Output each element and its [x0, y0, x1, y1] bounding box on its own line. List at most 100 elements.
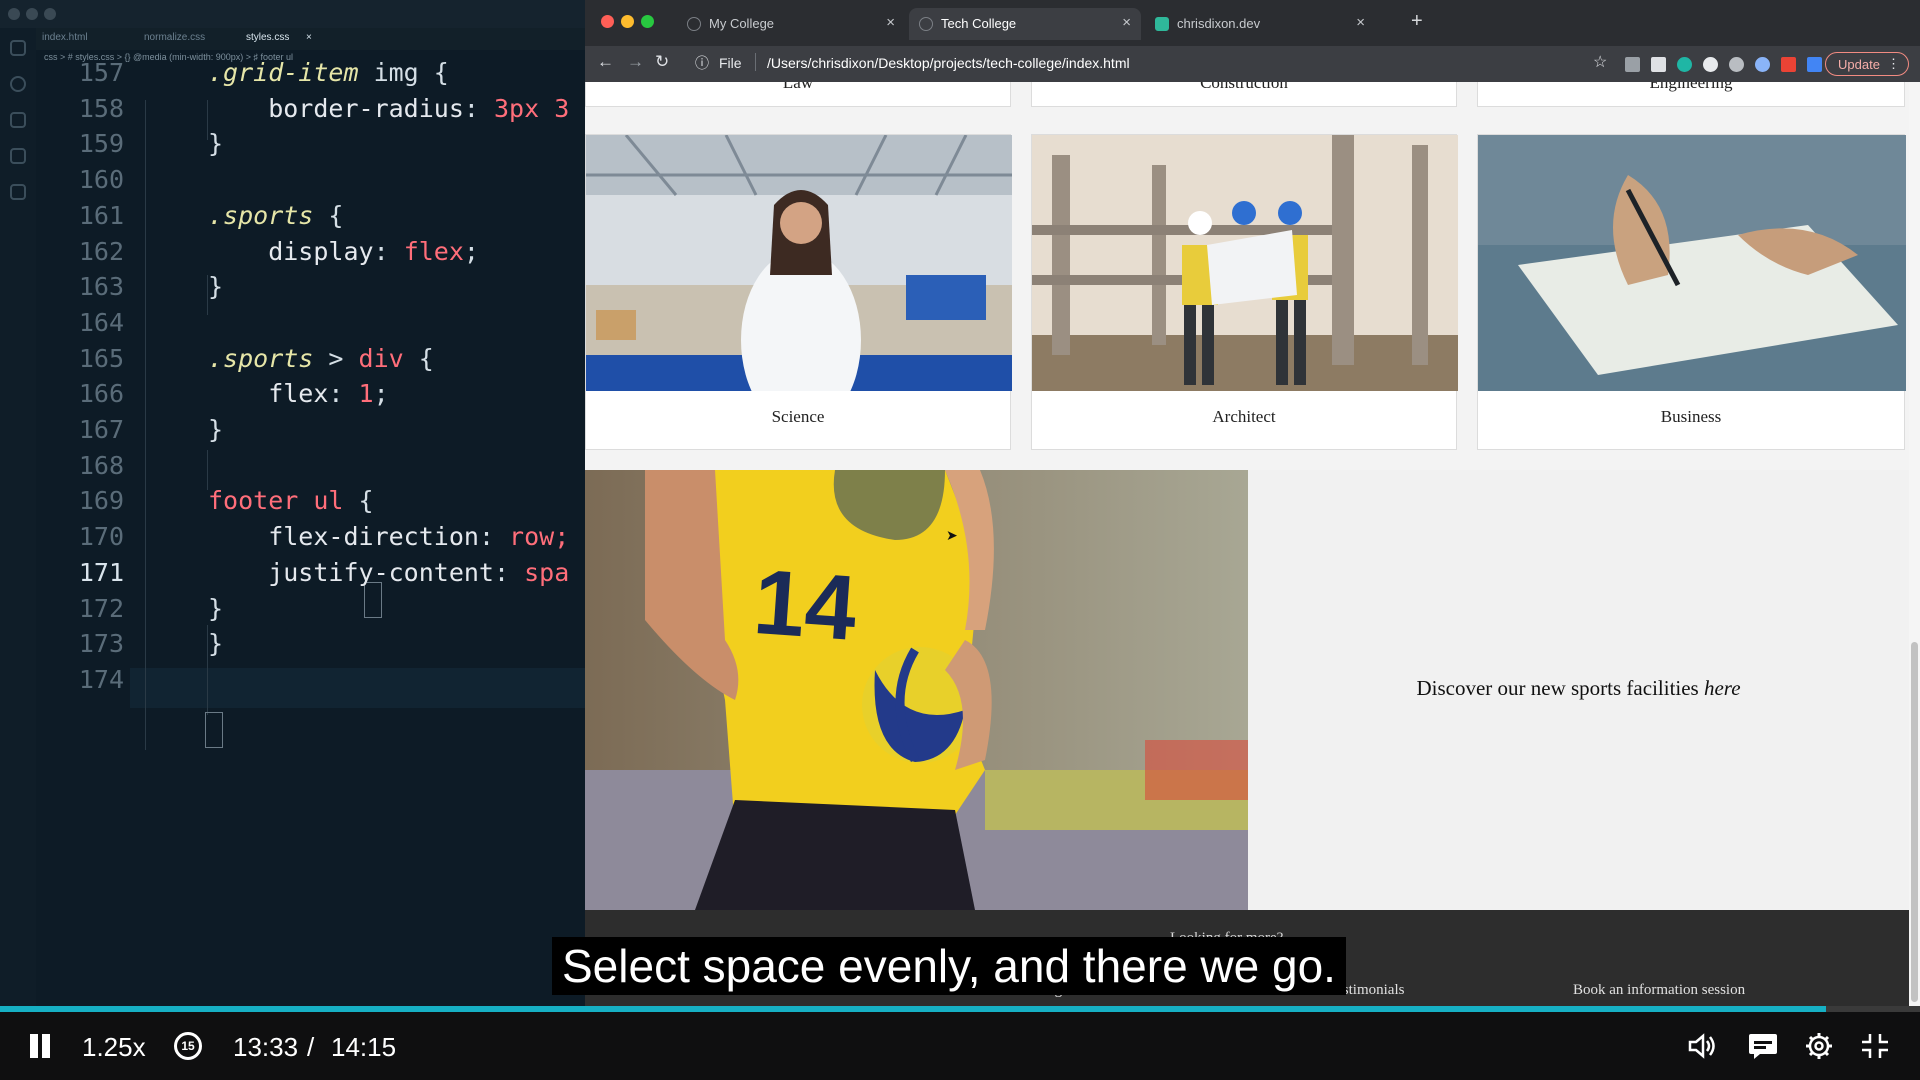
forward-arrow-icon[interactable]: →	[627, 52, 644, 72]
browser-tab[interactable]: chrisdixon.dev ×	[1145, 8, 1375, 40]
bracket-match-box	[205, 712, 223, 748]
divider	[755, 53, 756, 71]
code-token: ;	[373, 379, 389, 409]
line-number: 166	[78, 379, 124, 409]
line-number: 157	[78, 58, 124, 87]
browser-tab-active[interactable]: Tech College ×	[909, 8, 1141, 40]
playback-speed-button[interactable]: 1.25x	[82, 1032, 146, 1063]
update-button[interactable]: Update ⋮	[1825, 52, 1909, 76]
extension-icon[interactable]	[1807, 57, 1822, 72]
line-number: 165	[78, 343, 124, 373]
code-line[interactable]: border-radius: 3px 3	[208, 94, 569, 123]
close-icon[interactable]: ×	[306, 32, 312, 43]
url-text[interactable]: /Users/chrisdixon/Desktop/projects/tech-…	[767, 55, 1130, 71]
course-card[interactable]: Law	[585, 82, 1011, 107]
extension-icon[interactable]	[1625, 57, 1640, 72]
code-token: :	[478, 522, 510, 552]
course-card[interactable]: Construction	[1031, 82, 1457, 107]
source-control-icon[interactable]	[10, 112, 26, 128]
course-card[interactable]: Business	[1477, 134, 1906, 450]
code-token: row;	[509, 522, 570, 552]
sports-text: Discover our new sports facilities	[1416, 676, 1699, 700]
code-token: }	[208, 629, 224, 659]
line-number: 168	[78, 450, 124, 480]
code-line[interactable]: .sports > div {	[208, 344, 434, 373]
footer-link[interactable]: Book an information session	[1573, 982, 1745, 999]
code-token: }	[208, 415, 224, 444]
editor-tab-active[interactable]: styles.css	[246, 32, 289, 43]
minimize-window-button[interactable]	[621, 15, 634, 28]
page-scrollbar[interactable]	[1909, 82, 1920, 1012]
code-line[interactable]: }	[208, 629, 223, 658]
bookmark-star-icon[interactable]: ☆	[1593, 52, 1607, 72]
captions-icon[interactable]	[1748, 1032, 1778, 1060]
zoom-window-button[interactable]	[641, 15, 654, 28]
extension-icon[interactable]	[1651, 57, 1666, 72]
window-dot	[44, 8, 56, 20]
code-token: }	[208, 129, 224, 159]
business-photo	[1478, 135, 1906, 391]
close-window-button[interactable]	[601, 15, 614, 28]
activity-bar	[0, 28, 36, 1012]
code-token: border-radius	[208, 93, 464, 123]
settings-gear-icon[interactable]	[1804, 1031, 1834, 1061]
sports-promo-text: Discover our new sports facilities here	[1248, 676, 1909, 701]
course-card[interactable]: Science	[585, 134, 1012, 450]
card-label: Law	[782, 82, 814, 92]
editor-tab[interactable]: index.html	[42, 32, 88, 43]
search-icon[interactable]	[10, 76, 26, 92]
pause-icon[interactable]	[30, 1034, 38, 1058]
code-token: >	[313, 343, 359, 373]
code-line[interactable]: justify-content: spa	[208, 558, 569, 587]
card-label: Construction	[1200, 82, 1288, 92]
extension-icon[interactable]	[1729, 57, 1744, 72]
code-line[interactable]: flex: 1;	[208, 379, 389, 409]
code-line[interactable]: }	[208, 415, 223, 444]
code-line[interactable]: .sports {	[208, 201, 343, 230]
code-token: flex-direction	[208, 522, 479, 552]
extensions-icon[interactable]	[10, 184, 26, 200]
extension-icon[interactable]	[1703, 57, 1718, 72]
scrollbar-thumb[interactable]	[1911, 642, 1918, 1002]
rewind-15-icon[interactable]: 15	[174, 1032, 202, 1060]
code-line[interactable]: display: flex;	[208, 237, 479, 266]
code-line[interactable]: }	[208, 594, 223, 623]
new-tab-button[interactable]: +	[1411, 10, 1423, 33]
back-arrow-icon[interactable]: ←	[597, 52, 614, 72]
code-token: ;	[463, 236, 479, 266]
course-card[interactable]: Engineering	[1477, 82, 1905, 107]
extension-icon[interactable]	[1677, 57, 1692, 72]
code-editor[interactable]: index.html normalize.css styles.css × cs…	[0, 0, 585, 1012]
code-token: :	[328, 379, 359, 409]
course-card[interactable]: Architect	[1031, 134, 1458, 450]
code-line[interactable]: flex-direction: row;	[208, 522, 569, 551]
editor-tab[interactable]: normalize.css	[144, 32, 205, 43]
close-icon[interactable]: ×	[1356, 14, 1365, 31]
volume-icon[interactable]	[1688, 1032, 1718, 1060]
code-token: 1	[358, 379, 374, 409]
reload-icon[interactable]: ↻	[655, 52, 669, 72]
address-bar[interactable]: ⓘ File /Users/chrisdixon/Desktop/project…	[695, 51, 1555, 77]
extension-icon[interactable]	[1781, 57, 1796, 72]
update-label: Update	[1838, 57, 1880, 72]
subtitle-caption: Select space evenly, and there we go.	[552, 937, 1346, 995]
code-line[interactable]: footer ul {	[208, 486, 374, 515]
code-line[interactable]: }	[208, 129, 223, 158]
editor-title-bar	[0, 0, 585, 28]
close-icon[interactable]: ×	[886, 14, 895, 31]
code-line[interactable]: .grid-item img {	[208, 58, 449, 87]
exit-fullscreen-icon[interactable]	[1860, 1032, 1890, 1060]
bracket-match-box	[364, 582, 382, 618]
pause-icon[interactable]	[42, 1034, 50, 1058]
kebab-menu-icon[interactable]: ⋮	[1887, 56, 1900, 72]
sports-link[interactable]: here	[1704, 676, 1741, 700]
extension-icon[interactable]	[1755, 57, 1770, 72]
scheme-label: File	[719, 55, 742, 71]
browser-tab[interactable]: My College ×	[677, 8, 905, 40]
info-icon[interactable]: ⓘ	[695, 53, 709, 73]
run-debug-icon[interactable]	[10, 148, 26, 164]
explorer-icon[interactable]	[10, 40, 26, 56]
code-line[interactable]: }	[208, 272, 223, 301]
close-icon[interactable]: ×	[1122, 14, 1131, 31]
volleyball-player-photo: 14	[585, 470, 1248, 910]
